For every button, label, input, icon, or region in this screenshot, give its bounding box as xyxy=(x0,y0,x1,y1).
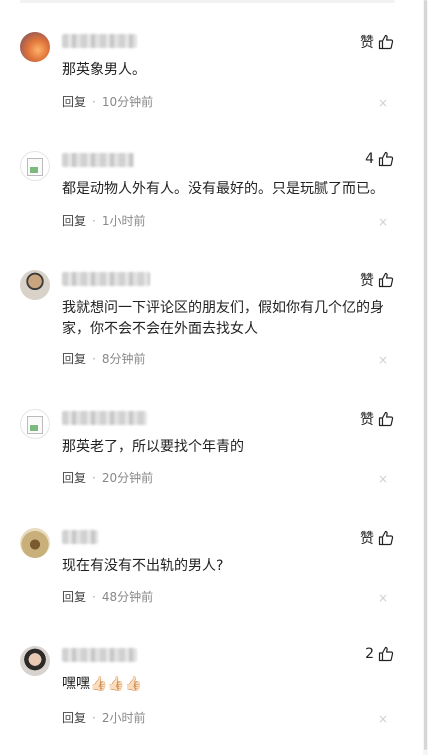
close-icon[interactable]: × xyxy=(378,97,388,109)
comment-meta: 回复 · 2小时前 xyxy=(62,709,145,726)
like-button[interactable]: 2 xyxy=(365,646,394,662)
like-button[interactable]: 赞 xyxy=(360,270,394,290)
comment-text: 都是动物人外有人。没有最好的。只是玩腻了而已。 xyxy=(62,181,384,197)
avatar[interactable] xyxy=(20,32,50,62)
comment-item: 赞 我就想问一下评论区的朋友们，假如你有几个亿的身家，你不会不会在外面去找女人 … xyxy=(0,270,420,380)
like-button[interactable]: 赞 xyxy=(360,528,394,548)
reply-button[interactable]: 回复 xyxy=(62,350,86,367)
close-icon[interactable]: × xyxy=(378,592,388,604)
comment-item: 4 都是动物人外有人。没有最好的。只是玩腻了而已。 回复 · 1小时前 × xyxy=(0,151,420,241)
broken-image-icon xyxy=(27,416,43,434)
separator-dot: · xyxy=(92,589,96,604)
thumbs-up-icon xyxy=(378,646,394,662)
comment-meta: 回复 · 1小时前 xyxy=(62,212,145,229)
like-count: 赞 xyxy=(360,412,374,428)
timestamp: 10分钟前 xyxy=(101,95,154,109)
comment-text: 那英象男人。 xyxy=(62,62,146,78)
comment-text: 我就想问一下评论区的朋友们，假如你有几个亿的身家，你不会不会在外面去找女人 xyxy=(62,300,384,337)
close-icon[interactable]: × xyxy=(378,713,388,725)
timestamp: 2小时前 xyxy=(101,711,146,725)
separator-dot: · xyxy=(92,351,96,366)
reply-button[interactable]: 回复 xyxy=(62,709,86,726)
timestamp: 48分钟前 xyxy=(101,590,154,604)
like-count: 赞 xyxy=(360,273,374,289)
reply-button[interactable]: 回复 xyxy=(62,469,86,486)
like-button[interactable]: 赞 xyxy=(360,32,394,52)
like-button[interactable]: 赞 xyxy=(360,409,394,429)
comment-meta: 回复 · 20分钟前 xyxy=(62,469,153,486)
username-blurred[interactable] xyxy=(62,153,134,167)
thumbs-up-icon xyxy=(378,411,394,427)
like-count: 2 xyxy=(365,646,374,662)
avatar[interactable] xyxy=(20,151,50,181)
avatar[interactable] xyxy=(20,646,50,676)
like-count: 赞 xyxy=(360,35,374,51)
comment-text: 那英老了，所以要找个年青的 xyxy=(62,439,244,455)
username-blurred[interactable] xyxy=(62,648,137,662)
reply-button[interactable]: 回复 xyxy=(62,588,86,605)
timestamp: 20分钟前 xyxy=(101,471,154,485)
separator-dot: · xyxy=(92,710,96,725)
comment-meta: 回复 · 8分钟前 xyxy=(62,350,145,367)
separator-dot: · xyxy=(92,213,96,228)
comment-text: 现在有没有不出轨的男人? xyxy=(62,558,224,574)
username-blurred[interactable] xyxy=(62,411,147,425)
avatar[interactable] xyxy=(20,270,50,300)
close-icon[interactable]: × xyxy=(378,216,388,228)
like-button[interactable]: 4 xyxy=(365,151,394,167)
thumbs-up-icon xyxy=(378,151,394,167)
top-divider xyxy=(20,0,395,3)
thumbs-up-icon xyxy=(378,34,394,50)
comment-meta: 回复 · 10分钟前 xyxy=(62,93,153,110)
reply-button[interactable]: 回复 xyxy=(62,93,86,110)
comment-item: 2 嘿嘿👍🏻👍🏻👍🏻 回复 · 2小时前 × xyxy=(0,646,420,746)
like-count: 4 xyxy=(365,151,374,167)
comment-text: 嘿嘿👍🏻👍🏻👍🏻 xyxy=(62,676,143,692)
close-icon[interactable]: × xyxy=(378,354,388,366)
close-icon[interactable]: × xyxy=(378,473,388,485)
avatar[interactable] xyxy=(20,528,50,558)
separator-dot: · xyxy=(92,94,96,109)
broken-image-icon xyxy=(27,158,43,176)
like-count: 赞 xyxy=(360,531,374,547)
timestamp: 8分钟前 xyxy=(101,352,146,366)
separator-dot: · xyxy=(92,470,96,485)
reply-button[interactable]: 回复 xyxy=(62,212,86,229)
timestamp: 1小时前 xyxy=(101,214,146,228)
scrollbar-thumb[interactable] xyxy=(424,0,427,750)
comment-item: 赞 那英老了，所以要找个年青的 回复 · 20分钟前 × xyxy=(0,409,420,499)
scrollbar[interactable] xyxy=(423,0,428,755)
avatar[interactable] xyxy=(20,409,50,439)
username-blurred[interactable] xyxy=(62,34,137,48)
username-blurred[interactable] xyxy=(62,272,150,286)
comment-item: 赞 现在有没有不出轨的男人? 回复 · 48分钟前 × xyxy=(0,528,420,618)
thumbs-up-icon xyxy=(378,530,394,546)
comment-meta: 回复 · 48分钟前 xyxy=(62,588,153,605)
comment-item: 赞 那英象男人。 回复 · 10分钟前 × xyxy=(0,32,420,122)
thumbs-up-icon xyxy=(378,272,394,288)
username-blurred[interactable] xyxy=(62,530,98,544)
